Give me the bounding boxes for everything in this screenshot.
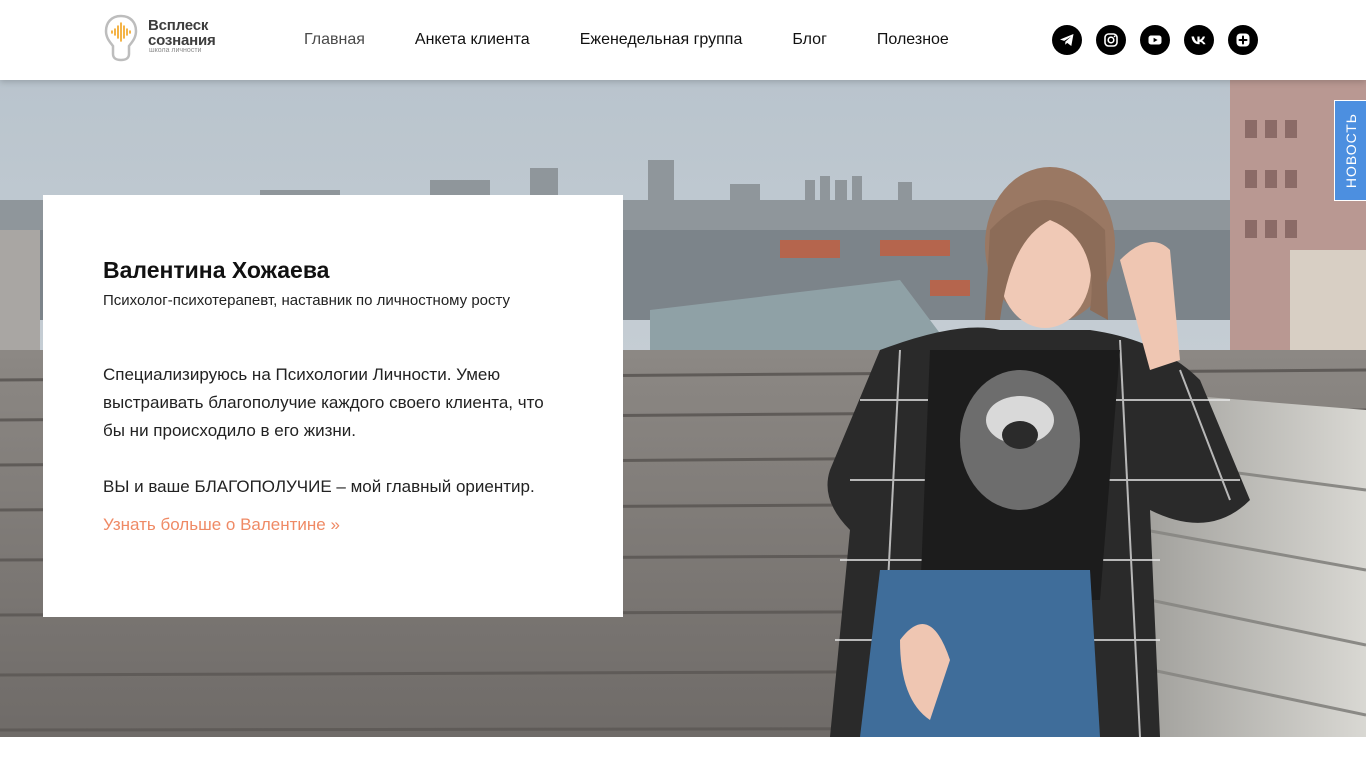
specialist-name: Валентина Хожаева: [103, 257, 330, 283]
vk-icon: [1191, 36, 1206, 45]
plus-button[interactable]: [1228, 25, 1258, 55]
intro-card: Валентина Хожаева Психолог-психотерапевт…: [43, 195, 623, 617]
learn-more-link[interactable]: Узнать больше о Валентине »: [103, 515, 340, 535]
logo-bulb-icon: [104, 14, 138, 62]
news-tab-label: НОВОСТЬ: [1342, 112, 1359, 189]
logo-title: Всплеск сознания: [148, 17, 216, 49]
telegram-icon: [1060, 34, 1074, 46]
site-logo[interactable]: Всплеск сознания школа личности: [104, 14, 234, 62]
hero-section: Валентина Хожаева Психолог-психотерапевт…: [0, 80, 1366, 737]
main-nav: Главная Анкета клиента Еженедельная груп…: [304, 0, 999, 80]
youtube-button[interactable]: [1140, 25, 1170, 55]
nav-item-weekly-group[interactable]: Еженедельная группа: [580, 31, 743, 49]
nav-item-client-form[interactable]: Анкета клиента: [415, 31, 530, 49]
nav-item-blog[interactable]: Блог: [792, 31, 827, 49]
vk-button[interactable]: [1184, 25, 1214, 55]
intro-text: Специализируюсь на Психологии Личности. …: [103, 365, 544, 496]
site-header: Всплеск сознания школа личности Главная …: [0, 0, 1366, 80]
social-links: [1052, 25, 1258, 55]
nav-item-useful[interactable]: Полезное: [877, 31, 949, 49]
news-tab[interactable]: НОВОСТЬ: [1334, 100, 1366, 201]
telegram-button[interactable]: [1052, 25, 1082, 55]
logo-subtitle: школа личности: [149, 47, 202, 54]
plus-icon: [1236, 33, 1250, 47]
specialist-role: Психолог-психотерапевт, наставник по лич…: [103, 292, 511, 309]
instagram-button[interactable]: [1096, 25, 1126, 55]
nav-item-home[interactable]: Главная: [304, 31, 365, 49]
youtube-icon: [1148, 35, 1162, 45]
instagram-icon: [1104, 33, 1118, 47]
